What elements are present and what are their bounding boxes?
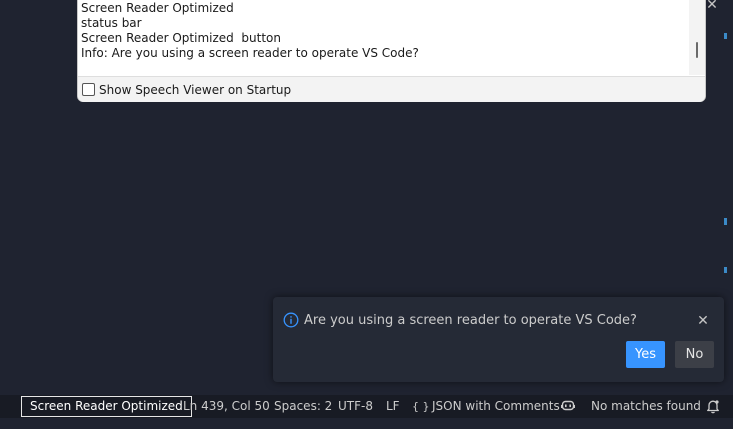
speech-viewer-footer: Show Speech Viewer on Startup bbox=[78, 76, 705, 102]
status-bar: Screen Reader Optimized Ln 439, Col 50 S… bbox=[0, 395, 733, 418]
speech-viewer-window: Screen Reader Optimized status bar Scree… bbox=[77, 0, 706, 102]
speech-line: status bar bbox=[81, 16, 142, 30]
speech-log[interactable]: Screen Reader Optimized status bar Scree… bbox=[78, 0, 690, 75]
show-on-startup-label[interactable]: Show Speech Viewer on Startup bbox=[99, 83, 291, 97]
notification-message: Are you using a screen reader to operate… bbox=[304, 313, 637, 328]
window-bottom-edge bbox=[0, 418, 733, 429]
overview-ruler-marker bbox=[724, 33, 727, 39]
close-icon[interactable]: ✕ bbox=[694, 312, 712, 330]
screen-reader-mode-button[interactable]: Screen Reader Optimized bbox=[21, 396, 192, 417]
yes-button[interactable]: Yes bbox=[626, 341, 665, 368]
braces-icon: { } bbox=[412, 400, 430, 413]
speech-line: Screen Reader Optimized bbox=[81, 1, 234, 15]
speech-line: Screen Reader Optimized button bbox=[81, 31, 281, 45]
scrollbar-thumb[interactable] bbox=[696, 42, 698, 58]
info-icon bbox=[283, 312, 299, 328]
no-button[interactable]: No bbox=[675, 341, 714, 368]
show-on-startup-checkbox[interactable] bbox=[82, 83, 95, 96]
cursor-position[interactable]: Ln 439, Col 50 bbox=[183, 395, 270, 418]
notification-toast: Are you using a screen reader to operate… bbox=[273, 297, 724, 382]
language-mode[interactable]: JSON with Comments bbox=[432, 395, 560, 418]
close-icon[interactable]: ✕ bbox=[703, 0, 721, 12]
copilot-icon[interactable] bbox=[561, 399, 575, 413]
indentation-status[interactable]: Spaces: 2 bbox=[274, 395, 332, 418]
search-status[interactable]: No matches found bbox=[591, 395, 701, 418]
overview-ruler-marker bbox=[724, 218, 727, 225]
encoding-status[interactable]: UTF-8 bbox=[338, 395, 373, 418]
overview-ruler-marker bbox=[724, 267, 727, 273]
eol-status[interactable]: LF bbox=[386, 395, 400, 418]
speech-line: Info: Are you using a screen reader to o… bbox=[81, 46, 419, 60]
editor-area: Screen Reader Optimized status bar Scree… bbox=[0, 0, 733, 429]
bell-icon[interactable] bbox=[706, 399, 720, 414]
